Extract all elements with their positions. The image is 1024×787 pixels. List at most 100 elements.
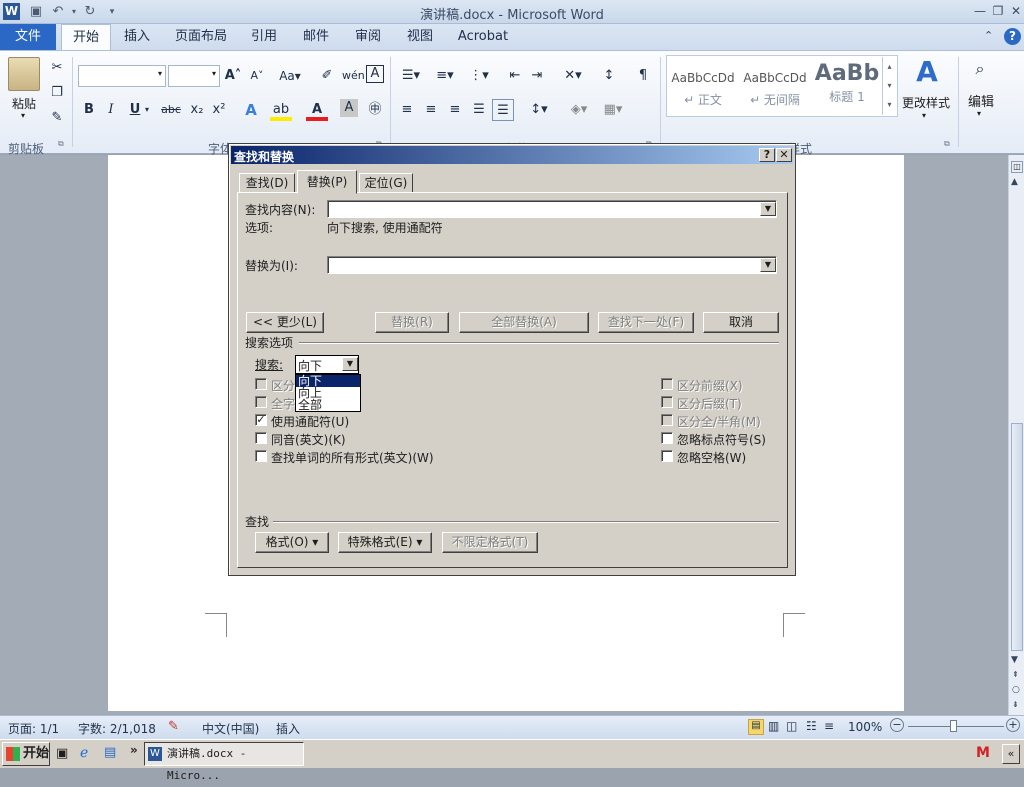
- search-direction-select[interactable]: 向下 ▼: [295, 355, 359, 374]
- all-word-forms-checkbox[interactable]: [255, 450, 267, 462]
- edit-dropdown-icon[interactable]: ▾: [977, 109, 981, 118]
- scroll-thumb[interactable]: [1011, 423, 1023, 651]
- cut-icon[interactable]: ✂: [46, 57, 68, 79]
- multilevel-list-icon[interactable]: ⋮▾: [464, 65, 494, 87]
- replace-with-input[interactable]: ▼: [327, 256, 777, 274]
- taskbar-word-window[interactable]: W 演讲稿.docx - Micro...: [144, 742, 304, 782]
- search-option-all[interactable]: 全部: [296, 399, 360, 411]
- underline-dropdown-icon[interactable]: ▾: [142, 99, 152, 121]
- tab-replace[interactable]: 替换(P): [297, 170, 357, 194]
- full-screen-reading-icon[interactable]: ▥: [768, 719, 779, 733]
- next-page-icon[interactable]: ⇟: [1012, 700, 1019, 709]
- close-window-button[interactable]: ✕: [1006, 3, 1024, 19]
- styles-scroll-icon[interactable]: ▴ ▾ ▾: [882, 57, 896, 115]
- tab-mailings[interactable]: 邮件: [296, 24, 336, 50]
- ignore-punctuation-checkbox[interactable]: [661, 432, 673, 444]
- restore-button[interactable]: ❐: [988, 3, 1008, 19]
- strikethrough-icon[interactable]: abc: [158, 99, 184, 121]
- previous-page-icon[interactable]: ⇞: [1012, 670, 1019, 679]
- text-effects-icon[interactable]: A: [240, 99, 262, 121]
- tab-find[interactable]: 查找(D): [239, 173, 295, 193]
- borders-icon[interactable]: ▦▾: [598, 99, 628, 121]
- find-history-dropdown-icon[interactable]: ▼: [760, 202, 776, 216]
- vertical-scrollbar[interactable]: ◫ ▲ ▼ ⇞ ○ ⇟: [1008, 155, 1024, 715]
- dialog-launcher-icon[interactable]: ⧉: [944, 139, 950, 149]
- quick-launch-more-icon[interactable]: »: [130, 743, 138, 757]
- ruler-toggle-icon[interactable]: ◫: [1011, 161, 1023, 173]
- minimize-ribbon-icon[interactable]: ⌃: [984, 29, 998, 43]
- align-right-icon[interactable]: ≡: [444, 99, 466, 121]
- bold-icon[interactable]: B: [78, 99, 100, 121]
- replace-button[interactable]: 替换(R): [375, 312, 449, 333]
- line-spacing-icon[interactable]: ↕▾: [524, 99, 554, 121]
- insert-mode[interactable]: 插入: [276, 720, 300, 737]
- align-center-icon[interactable]: ≡: [420, 99, 442, 121]
- search-direction-dropdown-icon[interactable]: ▼: [342, 357, 358, 371]
- minimize-button[interactable]: —: [970, 3, 990, 19]
- enclose-characters-icon[interactable]: ㊥: [364, 99, 386, 121]
- use-wildcards-checkbox[interactable]: ✓: [255, 414, 267, 426]
- draft-icon[interactable]: ≡: [824, 719, 834, 733]
- paste-dropdown-icon[interactable]: ▾: [21, 111, 25, 120]
- find-what-input[interactable]: ▼: [327, 200, 777, 218]
- browse-object-icon[interactable]: ○: [1012, 685, 1020, 695]
- change-styles-dropdown-icon[interactable]: ▾: [922, 111, 926, 120]
- tab-file[interactable]: 文件: [0, 24, 56, 50]
- tab-goto[interactable]: 定位(G): [359, 173, 413, 193]
- print-layout-icon[interactable]: ▤: [748, 719, 764, 735]
- font-color-icon[interactable]: A: [306, 99, 328, 121]
- highlight-color-icon[interactable]: ab: [270, 99, 292, 121]
- subscript-icon[interactable]: x₂: [186, 99, 208, 121]
- format-button[interactable]: 格式(O) ▾: [255, 532, 329, 553]
- tab-page-layout[interactable]: 页面布局: [170, 24, 232, 50]
- tab-acrobat[interactable]: Acrobat: [452, 24, 514, 50]
- show-desktop-icon[interactable]: ▣: [56, 746, 68, 761]
- style-heading-1[interactable]: AaBb 标题 1: [812, 59, 882, 111]
- phonetic-guide-icon[interactable]: wén: [342, 65, 365, 87]
- style-no-spacing[interactable]: AaBbCcDd ↵ 无间隔: [740, 59, 810, 111]
- chinese-layout-icon[interactable]: ✕▾: [558, 65, 588, 87]
- numbering-icon[interactable]: ≡▾: [430, 65, 460, 87]
- tab-references[interactable]: 引用: [244, 24, 284, 50]
- grow-font-icon[interactable]: A˄: [222, 65, 244, 87]
- bullets-icon[interactable]: ☰▾: [396, 65, 426, 87]
- close-dialog-button[interactable]: ✕: [776, 148, 792, 162]
- zoom-slider-thumb[interactable]: [950, 720, 957, 732]
- paste-icon[interactable]: [8, 57, 40, 91]
- tray-app-icon[interactable]: M: [976, 745, 990, 761]
- zoom-out-icon[interactable]: −: [890, 718, 904, 732]
- justify-icon[interactable]: ☰: [468, 99, 490, 121]
- format-painter-icon[interactable]: ✎: [46, 107, 68, 129]
- find-next-button[interactable]: 查找下一处(F): [598, 312, 694, 333]
- tray-expand-icon[interactable]: «: [1002, 744, 1020, 764]
- replace-all-button[interactable]: 全部替换(A): [459, 312, 589, 333]
- start-button[interactable]: 开始: [2, 742, 50, 766]
- web-layout-icon[interactable]: ◫: [786, 719, 797, 733]
- scroll-up-icon[interactable]: ▲: [1011, 177, 1018, 187]
- page-count[interactable]: 页面: 1/1: [8, 720, 59, 737]
- whole-word-checkbox[interactable]: [255, 396, 267, 408]
- align-left-icon[interactable]: ≡: [396, 99, 418, 121]
- sort-icon[interactable]: ↕: [598, 65, 620, 87]
- match-suffix-checkbox[interactable]: [661, 396, 673, 408]
- shrink-font-icon[interactable]: A˅: [246, 65, 268, 87]
- clear-formatting-icon[interactable]: ✐: [316, 65, 338, 87]
- edit-label[interactable]: 编辑: [968, 91, 994, 110]
- italic-icon[interactable]: I: [100, 99, 122, 121]
- style-normal[interactable]: AaBbCcDd ↵ 正文: [668, 59, 738, 111]
- tab-insert[interactable]: 插入: [116, 24, 158, 50]
- match-prefix-checkbox[interactable]: [661, 378, 673, 390]
- increase-indent-icon[interactable]: ⇥: [526, 65, 548, 87]
- distributed-icon[interactable]: ☰: [492, 99, 514, 121]
- internet-explorer-icon[interactable]: ℯ: [80, 745, 88, 761]
- change-styles-icon[interactable]: A: [912, 57, 942, 87]
- scroll-down-icon[interactable]: ▼: [1011, 655, 1018, 665]
- font-name-combo[interactable]: ▾: [78, 65, 166, 87]
- help-button[interactable]: ?: [759, 148, 775, 162]
- paste-label[interactable]: 粘贴: [12, 95, 36, 112]
- superscript-icon[interactable]: x²: [208, 99, 230, 121]
- copy-icon[interactable]: ❐: [46, 82, 68, 104]
- show-marks-icon[interactable]: ¶: [632, 65, 654, 87]
- special-button[interactable]: 特殊格式(E) ▾: [338, 532, 432, 553]
- help-icon[interactable]: ?: [1004, 28, 1021, 45]
